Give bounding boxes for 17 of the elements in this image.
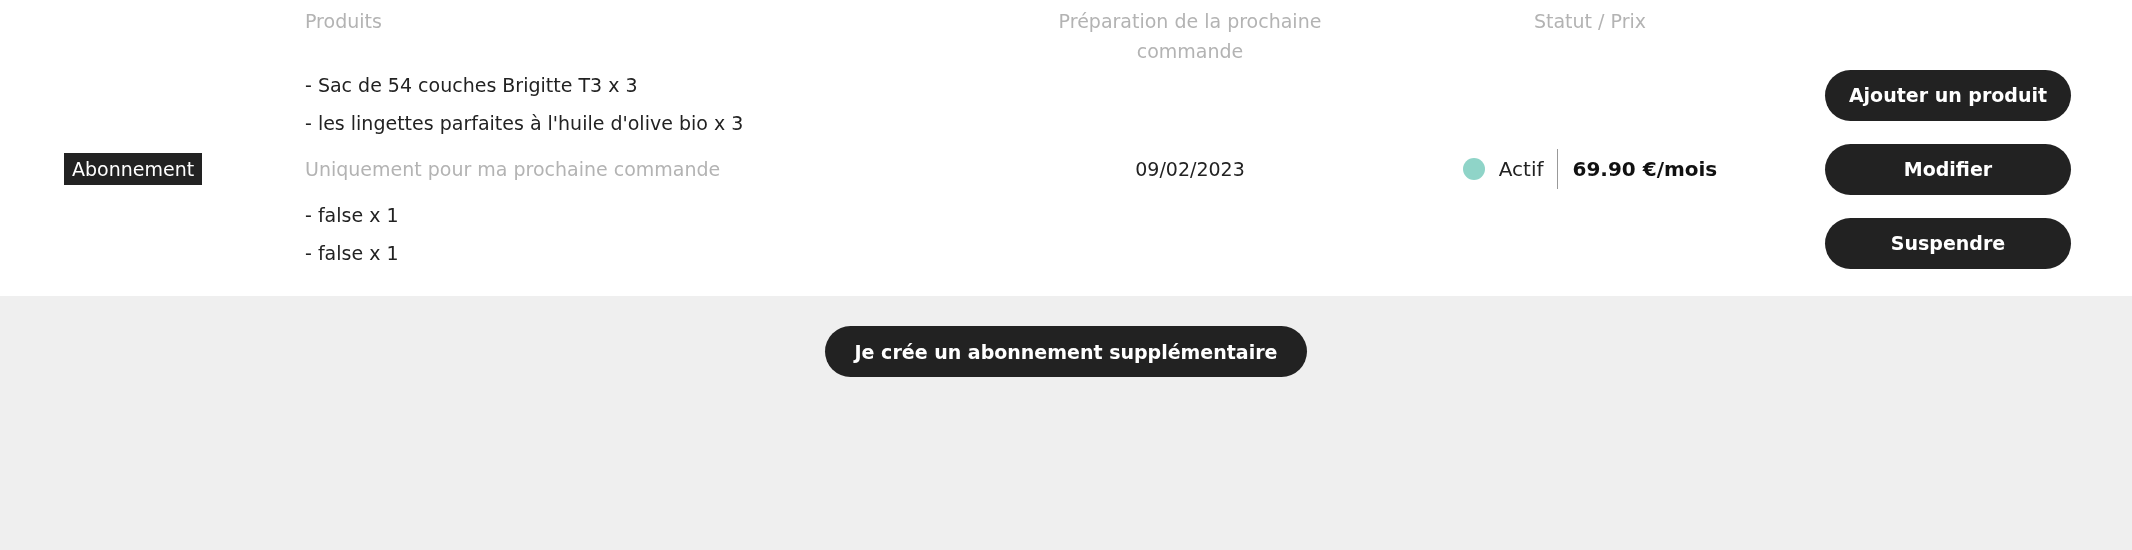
action-button[interactable]: Modifier bbox=[1825, 143, 2071, 195]
subscription-badge: Abonnement bbox=[64, 153, 203, 185]
product-line: - false x 1 bbox=[305, 241, 400, 266]
action-button[interactable]: Suspendre bbox=[1825, 217, 2071, 269]
add-subscription-button[interactable]: Je crée un abonnement supplémentaire bbox=[824, 326, 1308, 377]
column-header: Statut / Prix bbox=[1532, 9, 1647, 34]
price: 69.90 €/mois bbox=[1572, 157, 1718, 181]
next-order-date: 09/02/2023 bbox=[1135, 158, 1245, 180]
product-line: - false x 1 bbox=[305, 203, 400, 228]
column-header: Produits bbox=[305, 9, 383, 34]
status-dot-icon bbox=[1462, 158, 1485, 180]
one-time-label: Uniquement pour ma prochaine commande bbox=[305, 157, 722, 182]
action-button[interactable]: Ajouter un produit bbox=[1825, 69, 2071, 121]
product-line: - Sac de 54 couches Brigitte T3 x 3 bbox=[305, 73, 639, 98]
column-header: Préparation de la prochaine commande bbox=[1057, 9, 1323, 64]
status-text: Actif bbox=[1498, 157, 1544, 181]
product-line: - les lingettes parfaites à l'huile d'olive bio x 3 bbox=[305, 111, 745, 136]
